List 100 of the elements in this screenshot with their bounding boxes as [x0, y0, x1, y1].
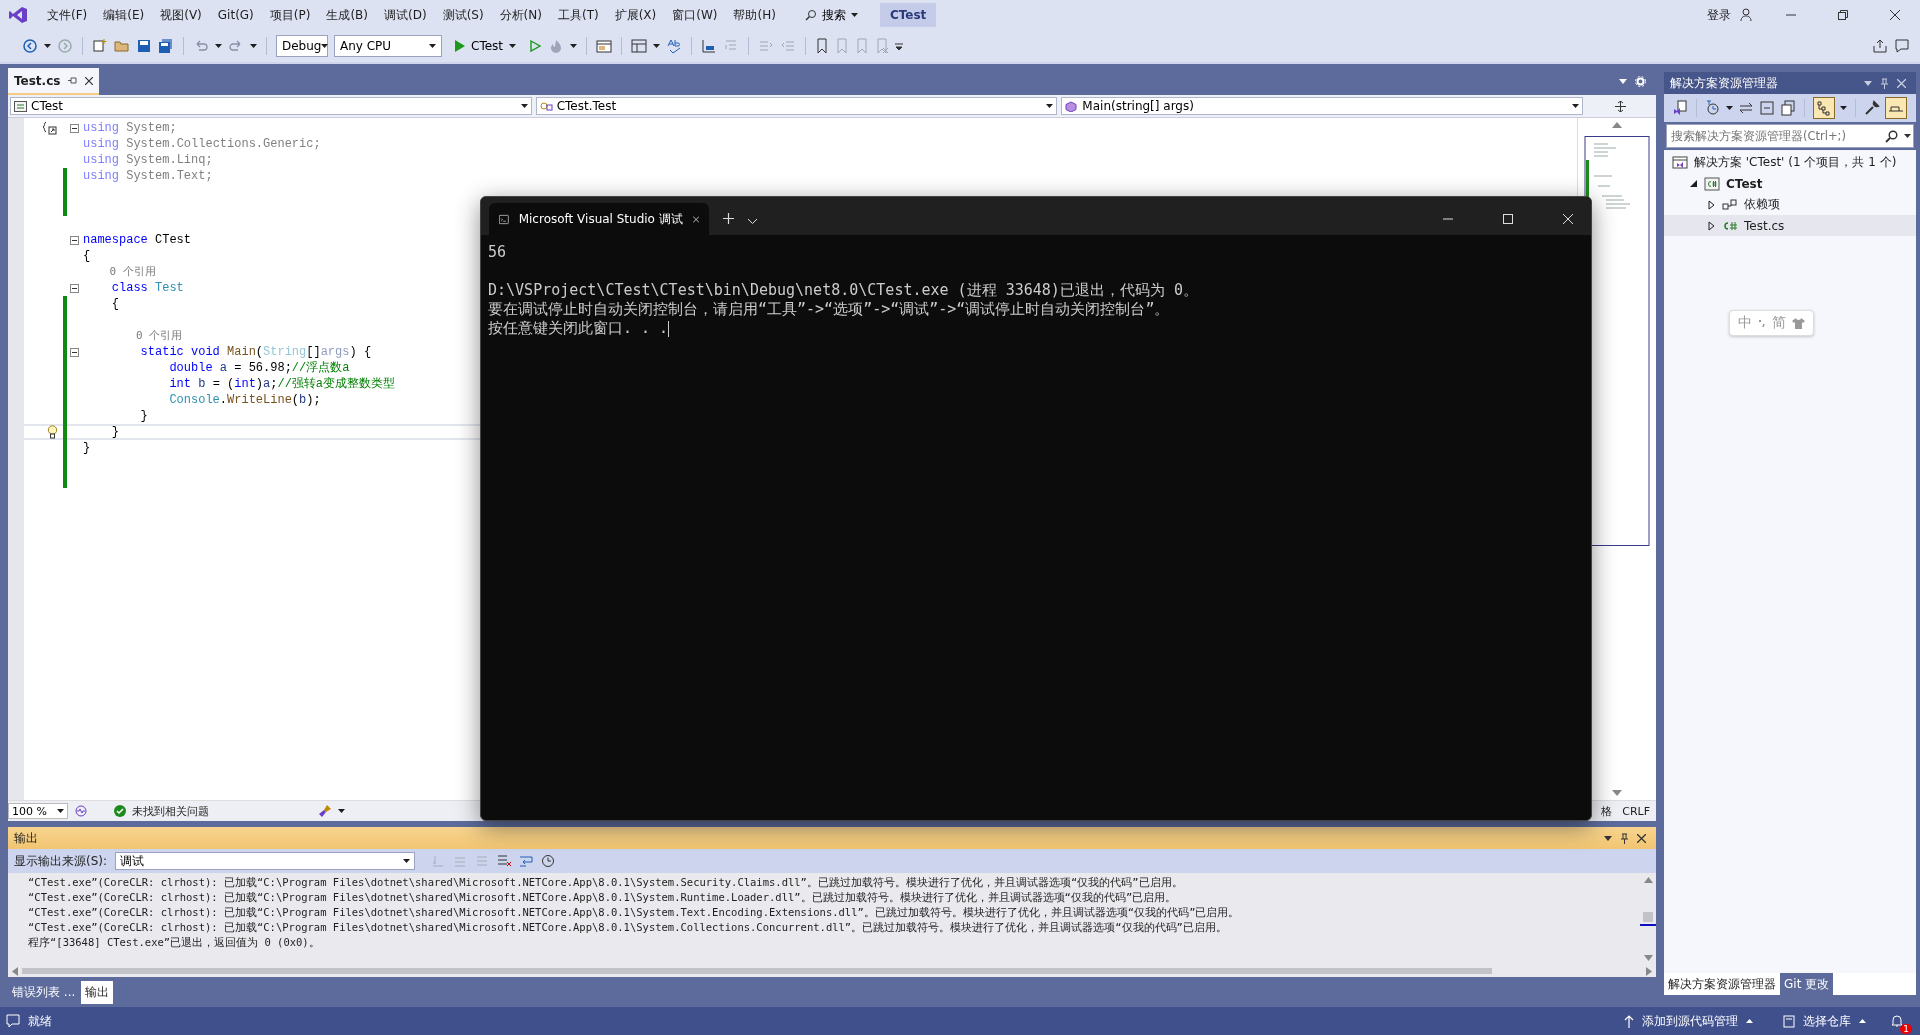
pin-icon[interactable] [68, 76, 78, 85]
step-icon[interactable] [701, 38, 717, 54]
scope-icon[interactable] [42, 121, 58, 135]
restore-icon[interactable] [1838, 10, 1848, 20]
reference-count-link[interactable]: 0 个引用 [83, 328, 183, 344]
code-minimap[interactable] [1584, 136, 1650, 546]
start-without-debugging-icon[interactable] [528, 39, 542, 53]
lightbulb-icon[interactable] [47, 425, 58, 439]
menu-item[interactable]: Git(G) [210, 5, 261, 25]
preview-toggle-icon[interactable] [1885, 97, 1907, 119]
back-icon[interactable] [22, 38, 38, 54]
tree-item[interactable]: 依赖项 [1664, 194, 1916, 215]
clock-icon[interactable] [541, 854, 556, 868]
output-source-dropdown[interactable]: 调试 [115, 852, 416, 870]
menu-item[interactable]: 编辑(E) [96, 3, 152, 27]
scrollbar-thumb[interactable] [1643, 912, 1653, 922]
issues-status[interactable]: 未找到相关问题 [132, 803, 292, 819]
scroll-left-icon[interactable] [12, 966, 18, 976]
new-item-icon[interactable] [92, 38, 108, 54]
panel-tab[interactable]: 输出 [81, 980, 114, 1004]
switch-views-icon[interactable] [1672, 100, 1688, 116]
navigation-dropdown[interactable]: CTest [10, 97, 532, 115]
history-icon[interactable] [1705, 100, 1721, 116]
navigation-dropdown[interactable]: Main(string[] args) [1061, 97, 1583, 115]
zoom-dropdown[interactable]: 100 % [8, 803, 68, 819]
search-icon[interactable] [1885, 129, 1898, 143]
browser-window-icon[interactable] [596, 38, 612, 54]
menu-item[interactable]: 工具(T) [550, 3, 606, 27]
new-tab-icon[interactable] [723, 213, 734, 224]
close-icon[interactable] [85, 76, 94, 85]
collapse-icon[interactable] [70, 347, 79, 357]
tree-item[interactable]: 解决方案 'CTest' (1 个项目，共 1 个) [1664, 152, 1916, 173]
menu-item[interactable]: 窗口(W) [665, 3, 725, 27]
spell-check-icon[interactable] [666, 38, 682, 54]
scroll-right-icon[interactable] [1646, 966, 1652, 976]
health-icon[interactable] [74, 804, 88, 818]
word-wrap-icon[interactable] [519, 854, 534, 868]
console-tab[interactable]: Microsoft Visual Studio 调试 [489, 203, 709, 235]
menu-item[interactable]: 生成(B) [319, 3, 375, 27]
sign-in-link[interactable]: 登录 [1700, 3, 1738, 27]
tree-item[interactable]: CTest [1664, 173, 1916, 194]
tab-list-icon[interactable] [1619, 79, 1627, 84]
cleanup-brush-icon[interactable] [318, 804, 332, 818]
scroll-up-icon[interactable] [1612, 122, 1622, 128]
editor-status-item[interactable]: CRLF [1618, 804, 1656, 818]
editor-status-item[interactable]: 格 [1601, 803, 1613, 819]
menu-item[interactable]: 项目(P) [262, 3, 318, 27]
menu-item[interactable]: 调试(D) [377, 3, 434, 27]
collapse-all-icon[interactable] [1759, 100, 1775, 116]
configuration-dropdown[interactable]: Debug [276, 35, 328, 57]
expanded-arrow-icon[interactable] [1690, 179, 1698, 188]
menu-item[interactable]: 视图(V) [153, 3, 209, 27]
settings-icon[interactable] [1635, 76, 1646, 87]
collapsed-arrow-icon[interactable] [1708, 199, 1716, 210]
start-button[interactable]: CTest [448, 37, 522, 55]
sync-icon[interactable] [1738, 100, 1754, 116]
layout-icon[interactable] [631, 38, 647, 54]
chat-bubble-icon[interactable] [6, 1014, 20, 1028]
collapse-icon[interactable] [70, 283, 79, 293]
document-tab[interactable]: Test.cs [8, 68, 100, 95]
clear-all-icon[interactable] [497, 854, 512, 868]
open-folder-icon[interactable] [114, 38, 130, 54]
feedback-icon[interactable] [1894, 38, 1910, 54]
collapsed-arrow-icon[interactable] [1708, 220, 1716, 231]
menu-item[interactable]: 测试(S) [435, 3, 491, 27]
maximize-icon[interactable] [1503, 214, 1513, 224]
dropdown-caret-icon[interactable] [748, 219, 757, 224]
hierarchy-toggle-icon[interactable] [1813, 97, 1835, 119]
close-icon[interactable] [1637, 833, 1646, 843]
pin-icon[interactable] [1620, 832, 1629, 844]
overflow-icon[interactable] [895, 42, 903, 50]
panel-tab[interactable]: Git 更改 [1780, 972, 1834, 996]
bookmark-icon[interactable] [815, 38, 829, 54]
collapse-icon[interactable] [70, 123, 79, 133]
save-icon[interactable] [136, 38, 152, 54]
collapse-icon[interactable] [70, 235, 79, 245]
search-options-icon[interactable] [1904, 134, 1911, 138]
navigation-dropdown[interactable]: CTest.Test [535, 97, 1058, 115]
share-icon[interactable] [1872, 38, 1888, 54]
tree-item[interactable]: Test.cs [1664, 215, 1916, 236]
search-button[interactable]: 搜索 [798, 3, 864, 27]
person-icon[interactable] [1740, 8, 1754, 22]
bell-icon[interactable] [1890, 1014, 1904, 1028]
menu-item[interactable]: 帮助(H) [726, 3, 783, 27]
panel-menu-icon[interactable] [1864, 80, 1872, 86]
menu-item[interactable]: 文件(F) [40, 3, 95, 27]
source-control-button[interactable]: 添加到源代码管理 [1618, 1010, 1759, 1032]
scroll-down-icon[interactable] [1612, 790, 1622, 796]
repository-button[interactable]: 选择仓库 [1777, 1010, 1872, 1032]
menu-item[interactable]: 分析(N) [492, 3, 549, 27]
close-icon[interactable] [1890, 10, 1900, 20]
search-field[interactable]: 搜索解决方案资源管理器(Ctrl+;) [1666, 124, 1914, 148]
panel-tab[interactable]: 错误列表 ... [8, 980, 80, 1004]
copy-icon[interactable] [1780, 100, 1796, 116]
split-icon[interactable] [1615, 100, 1626, 112]
save-all-icon[interactable] [158, 38, 174, 54]
reference-count-link[interactable]: 0 个引用 [83, 264, 156, 280]
platform-dropdown[interactable]: Any CPU [334, 35, 442, 57]
menu-item[interactable]: 扩展(X) [607, 3, 664, 27]
scroll-up-icon[interactable] [1643, 877, 1653, 883]
